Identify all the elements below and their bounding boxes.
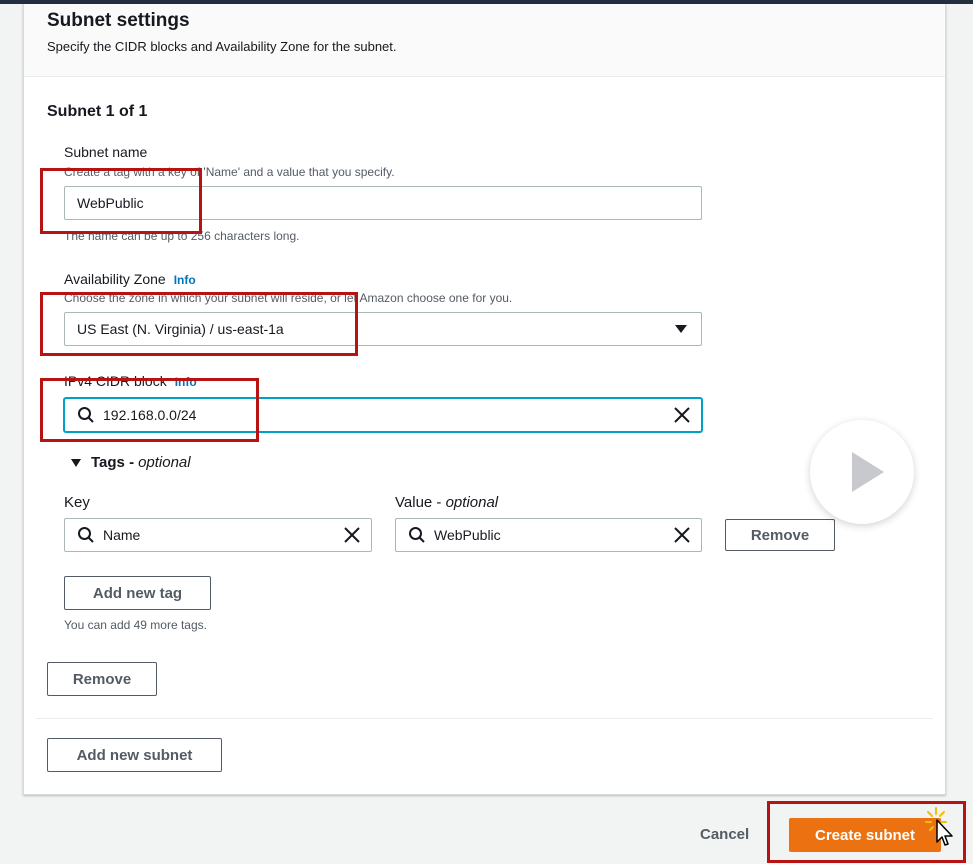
clear-icon[interactable] — [343, 526, 361, 544]
tag-value-label-row: Value - optional — [395, 494, 498, 511]
clear-icon[interactable] — [673, 526, 691, 544]
tag-value-value: WebPublic — [434, 527, 501, 543]
tags-toggle[interactable]: Tags - optional — [71, 454, 191, 471]
caret-down-icon — [675, 325, 687, 333]
play-button[interactable] — [810, 420, 914, 524]
create-subnet-button[interactable]: Create subnet — [789, 818, 941, 852]
tags-remaining-text: You can add 49 more tags. — [64, 618, 207, 632]
tag-key-label: Key — [64, 494, 90, 511]
search-icon — [408, 526, 426, 544]
search-icon — [77, 526, 95, 544]
clear-icon[interactable] — [673, 406, 691, 424]
tag-value-label: Value - — [395, 494, 442, 511]
tags-toggle-label: Tags - — [91, 454, 135, 471]
caret-down-icon — [71, 458, 81, 467]
section-description: Specify the CIDR blocks and Availability… — [47, 39, 397, 54]
highlight-availability-zone — [40, 292, 358, 356]
tags-optional-label: optional — [138, 454, 191, 471]
az-info-link[interactable]: Info — [174, 273, 196, 287]
tag-value-input[interactable]: WebPublic — [395, 518, 702, 552]
highlight-subnet-name — [40, 168, 202, 234]
divider — [36, 718, 933, 719]
cancel-button[interactable]: Cancel — [700, 826, 749, 843]
tag-key-value: Name — [103, 527, 141, 543]
add-new-subnet-button[interactable]: Add new subnet — [47, 738, 222, 772]
tag-value-optional: optional — [445, 494, 499, 511]
subnet-heading: Subnet 1 of 1 — [47, 103, 148, 120]
az-label-row: Availability Zone Info — [64, 271, 196, 287]
subnet-name-label: Subnet name — [64, 144, 148, 160]
az-label: Availability Zone — [64, 271, 166, 287]
section-title: Subnet settings — [47, 10, 190, 31]
play-icon — [852, 452, 884, 492]
cursor-click-icon — [925, 807, 953, 846]
panel-header: Subnet settings Specify the CIDR blocks … — [24, 4, 945, 77]
add-new-tag-button[interactable]: Add new tag — [64, 576, 211, 610]
remove-tag-button[interactable]: Remove — [725, 519, 835, 551]
highlight-cidr-block — [40, 378, 259, 442]
tag-key-input[interactable]: Name — [64, 518, 372, 552]
remove-subnet-button[interactable]: Remove — [47, 662, 157, 696]
